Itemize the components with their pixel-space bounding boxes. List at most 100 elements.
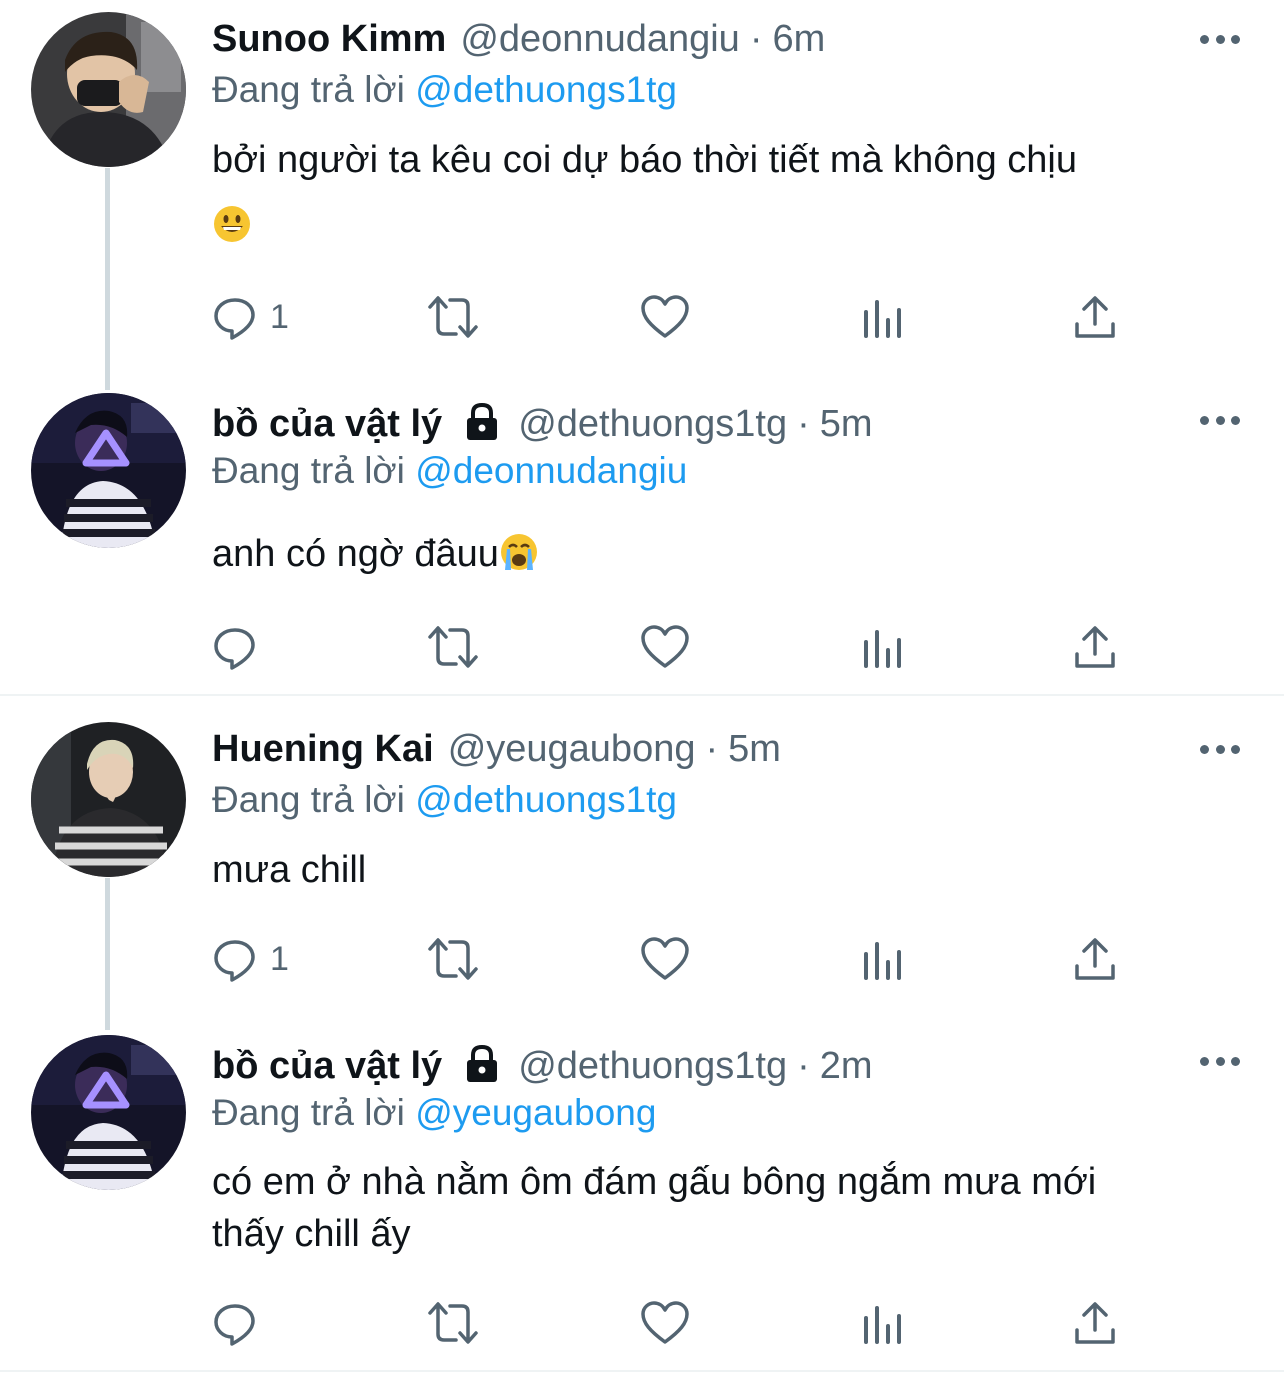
avatar[interactable] (31, 393, 186, 548)
reply-button[interactable]: 1 (212, 292, 289, 342)
avatar-photo (31, 1035, 186, 1190)
user-handle[interactable]: @dethuongs1tg (518, 400, 787, 448)
avatar[interactable] (31, 12, 186, 167)
share-button[interactable] (1072, 292, 1118, 342)
reply-icon (214, 628, 255, 670)
share-icon (1075, 296, 1115, 338)
retweet-button[interactable] (426, 1298, 480, 1348)
heart-icon (641, 625, 689, 668)
share-button[interactable] (1072, 1298, 1118, 1348)
thread-line (105, 878, 110, 1030)
reply-button[interactable] (212, 1298, 258, 1348)
timestamp[interactable]: 2m (820, 1042, 873, 1090)
tweet-header: bồ của vật lý @dethuongs1tg · 5m (212, 400, 1194, 448)
analytics-button[interactable] (860, 622, 906, 672)
more-options-icon[interactable] (1200, 1054, 1240, 1068)
reply-button[interactable]: 1 (212, 934, 289, 984)
display-name[interactable]: Huening Kai (212, 725, 434, 773)
tweet-text: mưa chill (212, 844, 1234, 896)
thread-divider (0, 694, 1284, 696)
more-options-icon[interactable] (1200, 32, 1240, 46)
lock-icon (467, 1044, 498, 1082)
analytics-button[interactable] (860, 934, 906, 984)
more-options-icon[interactable] (1200, 413, 1240, 427)
retweet-icon (428, 296, 478, 338)
heart-icon (641, 295, 689, 338)
avatar-photo (31, 393, 186, 548)
mention-link[interactable]: @dethuongs1tg (415, 779, 677, 820)
avatar[interactable] (31, 1035, 186, 1190)
retweet-button[interactable] (426, 934, 480, 984)
tweet-header: Sunoo Kimm @deonnudangiu · 6m (212, 15, 1194, 63)
share-button[interactable] (1072, 622, 1118, 672)
analytics-icon (864, 942, 901, 980)
avatar-photo (31, 722, 186, 877)
like-button[interactable] (640, 934, 690, 984)
analytics-icon (864, 1306, 901, 1344)
retweet-button[interactable] (426, 622, 480, 672)
reply-button[interactable] (212, 622, 258, 672)
reply-icon (214, 940, 255, 982)
display-name[interactable]: Sunoo Kimm (212, 15, 446, 63)
timestamp[interactable]: 6m (772, 15, 825, 63)
timestamp[interactable]: 5m (820, 400, 873, 448)
tweet-text-line: mưa chill (212, 849, 367, 891)
tweet[interactable]: Sunoo Kimm @deonnudangiu · 6m Đang trả l… (0, 0, 1284, 390)
analytics-icon (864, 630, 901, 668)
grinning-face-emoji-icon (214, 206, 250, 242)
like-button[interactable] (640, 622, 690, 672)
share-button[interactable] (1072, 934, 1118, 984)
share-icon (1075, 1302, 1115, 1344)
retweet-icon (428, 1302, 478, 1344)
replying-to: Đang trả lời @dethuongs1tg (212, 777, 677, 823)
share-icon (1075, 626, 1115, 668)
mention-link[interactable]: @yeugaubong (415, 1092, 656, 1133)
heart-icon (641, 937, 689, 980)
tweet-actions: 1 (212, 934, 1132, 984)
replying-to-label: Đang trả lời (212, 450, 405, 491)
retweet-icon (428, 938, 478, 980)
retweet-icon (428, 626, 478, 668)
timestamp[interactable]: 5m (728, 725, 781, 773)
reply-count: 1 (270, 939, 289, 978)
mention-link[interactable]: @deonnudangiu (415, 450, 687, 491)
tweet-text-line: thấy chill ấy (212, 1213, 411, 1255)
thread-divider (0, 1370, 1284, 1372)
tweet-actions: 1 (212, 292, 1132, 342)
share-icon (1075, 938, 1115, 980)
tweet-actions (212, 1298, 1132, 1348)
replying-to-label: Đang trả lời (212, 779, 405, 820)
more-options-icon[interactable] (1200, 742, 1240, 756)
mention-link[interactable]: @dethuongs1tg (415, 69, 677, 110)
user-handle[interactable]: @dethuongs1tg (518, 1042, 787, 1090)
replying-to: Đang trả lời @dethuongs1tg (212, 67, 677, 113)
user-handle[interactable]: @yeugaubong (448, 725, 696, 773)
replying-to-label: Đang trả lời (212, 69, 405, 110)
replying-to-label: Đang trả lời (212, 1092, 405, 1133)
lock-icon (467, 402, 498, 440)
heart-icon (641, 1301, 689, 1344)
like-button[interactable] (640, 292, 690, 342)
tweet-actions (212, 622, 1132, 672)
display-name[interactable]: bồ của vật lý (212, 1042, 442, 1090)
avatar-photo (31, 12, 186, 167)
separator-dot: · (749, 18, 763, 60)
analytics-button[interactable] (860, 292, 906, 342)
tweet-text-line: bởi người ta kêu coi dự báo thời tiết mà… (212, 139, 1077, 181)
tweet-text: anh có ngờ đâuu (212, 528, 1234, 580)
analytics-button[interactable] (860, 1298, 906, 1348)
tweet-text-line: có em ở nhà nằm ôm đám gấu bông ngắm mưa… (212, 1161, 1097, 1203)
user-handle[interactable]: @deonnudangiu (460, 15, 740, 63)
replying-to: Đang trả lời @deonnudangiu (212, 448, 687, 494)
avatar[interactable] (31, 722, 186, 877)
tweet-text: có em ở nhà nằm ôm đám gấu bông ngắm mưa… (212, 1156, 1234, 1260)
tweet-header: bồ của vật lý @dethuongs1tg · 2m (212, 1042, 1194, 1090)
tweet[interactable]: bồ của vật lý @dethuongs1tg · 2m Đang tr… (0, 1030, 1284, 1370)
retweet-button[interactable] (426, 292, 480, 342)
tweet-text-line: anh có ngờ đâuu (212, 533, 499, 575)
display-name[interactable]: bồ của vật lý (212, 400, 442, 448)
like-button[interactable] (640, 1298, 690, 1348)
tweet-header: Huening Kai @yeugaubong · 5m (212, 725, 1194, 773)
tweet[interactable]: Huening Kai @yeugaubong · 5m Đang trả lờ… (0, 700, 1284, 1030)
tweet[interactable]: bồ của vật lý @dethuongs1tg · 5m Đang tr… (0, 390, 1284, 695)
